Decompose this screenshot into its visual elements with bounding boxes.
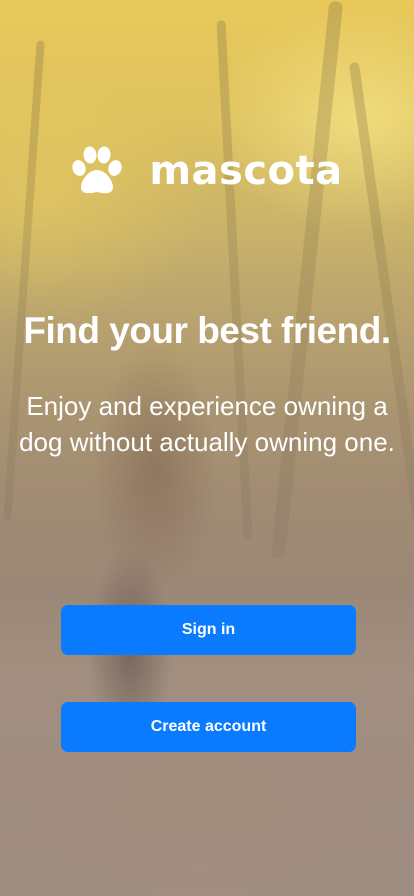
paw-icon <box>72 146 123 194</box>
background-tree-trunk <box>216 20 253 540</box>
brand-name: mascota <box>149 148 343 194</box>
headline: Find your best friend. <box>23 310 391 351</box>
background-tree-trunk <box>270 0 344 560</box>
app-logo: mascota <box>0 146 414 196</box>
welcome-screen: mascota Find your best friend. Enjoy and… <box>0 0 414 896</box>
create-account-button[interactable]: Create account <box>61 702 356 752</box>
subtitle: Enjoy and experience owning a dog withou… <box>19 391 395 457</box>
sign-in-button[interactable]: Sign in <box>61 605 356 655</box>
